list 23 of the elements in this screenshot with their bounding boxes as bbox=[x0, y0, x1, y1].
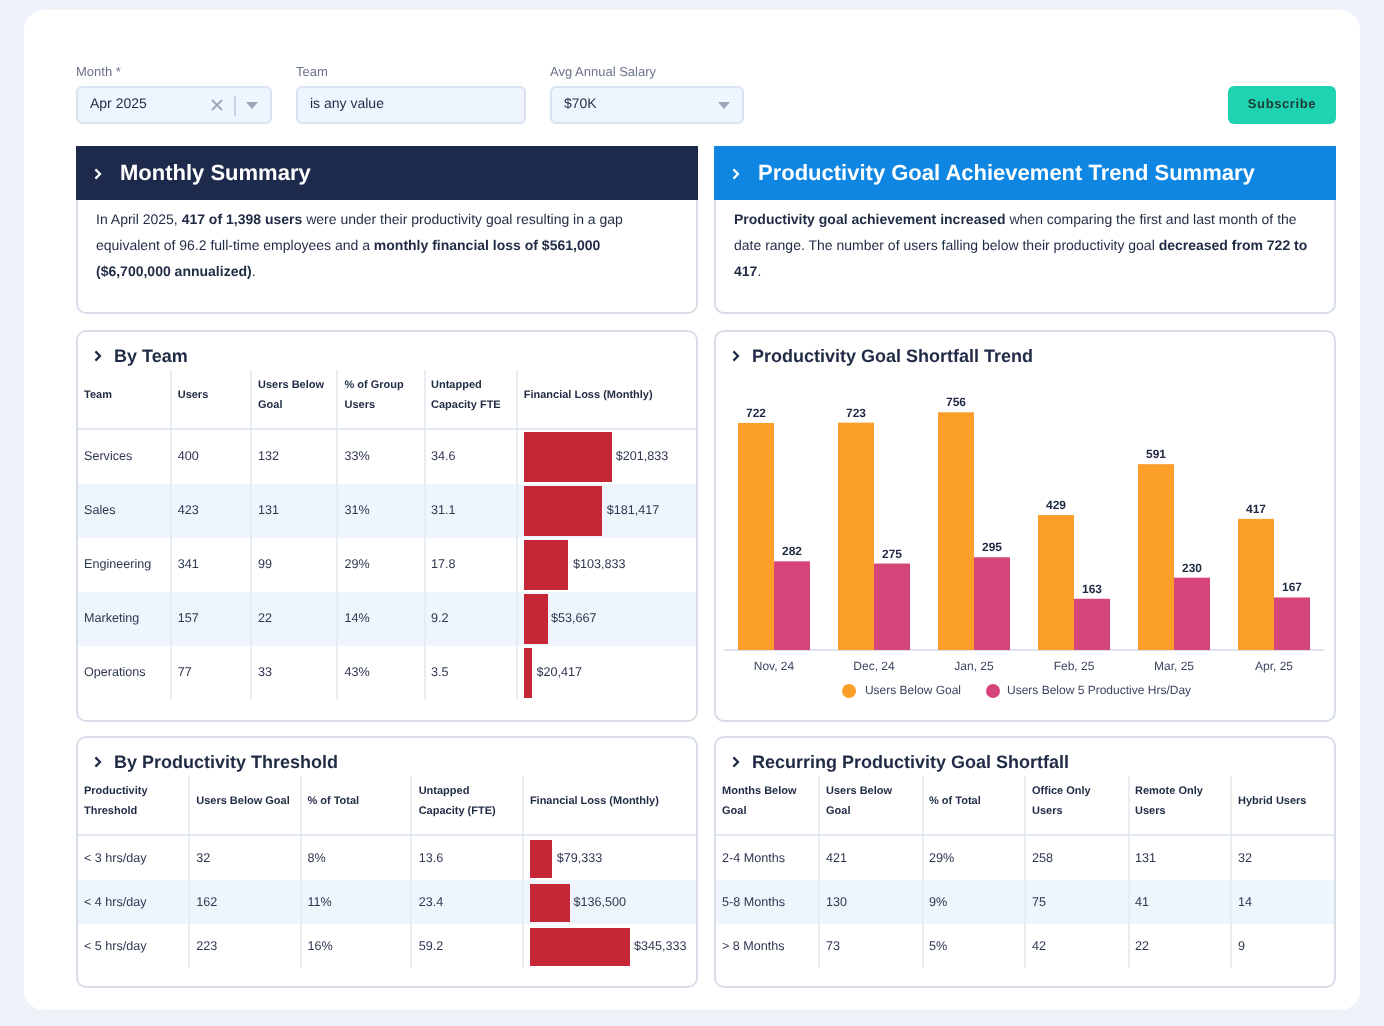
caret-icon bbox=[718, 101, 730, 109]
loss-bar bbox=[529, 883, 570, 921]
loss-bar bbox=[523, 486, 603, 536]
chevron-icon bbox=[732, 350, 740, 362]
loss-bar bbox=[529, 927, 630, 965]
close-icon[interactable] bbox=[210, 98, 224, 112]
card-title[interactable]: By Team bbox=[114, 346, 188, 366]
chevron-icon bbox=[94, 167, 102, 179]
chevron-icon bbox=[732, 756, 740, 768]
loss-bar bbox=[523, 432, 612, 482]
loss-bar bbox=[523, 594, 548, 644]
section-header[interactable]: Productivity Goal Achievement Trend Summary bbox=[714, 146, 1336, 200]
section-header[interactable]: Monthly Summary bbox=[76, 146, 698, 200]
card-title[interactable]: By Productivity Threshold bbox=[114, 752, 339, 772]
loss-bar bbox=[529, 839, 553, 877]
card-title[interactable]: Productivity Goal Shortfall Trend bbox=[752, 346, 1034, 366]
caret-icon bbox=[246, 101, 258, 109]
loss-bar bbox=[523, 648, 533, 698]
chevron-icon bbox=[732, 167, 740, 179]
card-title[interactable]: Recurring Productivity Goal Shortfall bbox=[752, 752, 1070, 772]
chevron-icon bbox=[94, 350, 102, 362]
loss-bar bbox=[523, 540, 569, 590]
chevron-icon bbox=[94, 756, 102, 768]
